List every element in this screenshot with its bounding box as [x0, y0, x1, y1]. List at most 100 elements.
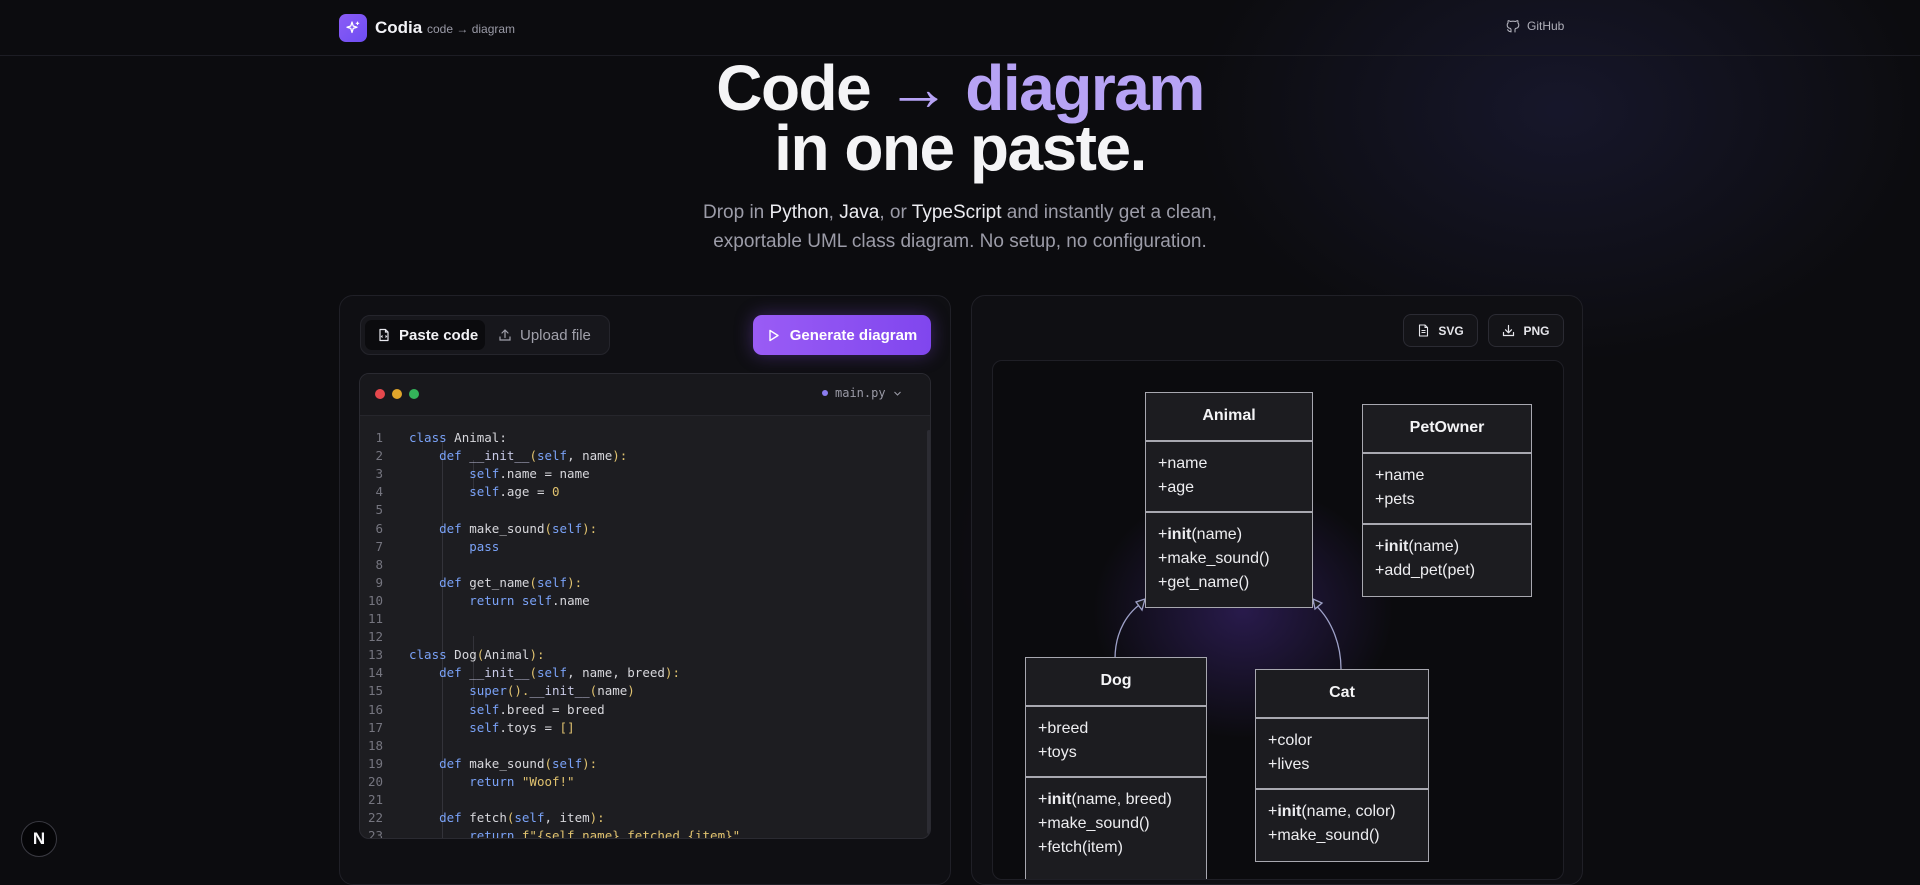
sub-text: and instantly get a clean,: [1001, 202, 1218, 223]
export-png-button[interactable]: PNG: [1488, 314, 1564, 347]
code-line: 11: [360, 610, 920, 628]
code-text: super().__init__(name): [469, 683, 635, 698]
code-line: 10 return self.name: [360, 592, 920, 610]
uml-class-dog[interactable]: Dog +breed +toys +init(name, breed) +mak…: [1025, 657, 1207, 879]
line-number: 11: [367, 611, 383, 626]
line-number: 21: [367, 792, 383, 807]
code-line: 18: [360, 737, 920, 755]
line-number: 14: [367, 665, 383, 680]
upload-icon: [499, 329, 511, 341]
editor-titlebar: main.py: [360, 374, 930, 416]
line-number: 10: [367, 593, 383, 608]
line-number: 17: [367, 720, 383, 735]
dog-inherits-arrow: [1114, 600, 1146, 660]
line-number: 22: [367, 810, 383, 825]
method-prefix: +: [1375, 538, 1385, 555]
tab-upload-file[interactable]: Upload file: [494, 320, 604, 350]
uml-class-cat[interactable]: Cat +color +lives +init(name, color) +ma…: [1255, 669, 1429, 862]
code-line: 5: [360, 501, 920, 519]
method-args: (name): [1191, 526, 1243, 543]
chevron-down-icon: [893, 391, 901, 396]
uml-class-name: PetOwner: [1409, 419, 1485, 436]
uml-method: +init(name): [1158, 523, 1242, 547]
line-number: 1: [375, 430, 383, 445]
line-number: 5: [375, 502, 383, 517]
dog-inherit-arrowhead: [1134, 597, 1146, 612]
line-number: 9: [375, 575, 383, 590]
code-line: 19 def make_sound(self):: [360, 755, 920, 773]
uml-attribute: +lives: [1268, 756, 1310, 773]
logo-sparkle-icon[interactable]: [339, 14, 367, 42]
sub-lang-java: Java: [839, 202, 880, 223]
generate-diagram-button[interactable]: Generate diagram: [753, 315, 931, 355]
uml-class-petowner[interactable]: PetOwner +name +pets +init(name) +add_pe…: [1362, 404, 1532, 597]
code-line: 21: [360, 791, 920, 809]
code-line: 8: [360, 556, 920, 574]
export-svg-button[interactable]: SVG: [1403, 314, 1478, 347]
method-name: init: [1277, 803, 1302, 820]
code-text: return "Woof!": [469, 774, 575, 789]
generate-label: Generate diagram: [789, 326, 918, 344]
code-text: def __init__(self, name, breed):: [439, 665, 680, 680]
method-name: init: [1047, 791, 1072, 808]
line-number: 7: [375, 539, 383, 554]
uml-method: +add_pet(pet): [1375, 562, 1476, 579]
code-text: return f"{self.name} fetched {item}": [469, 828, 741, 839]
brand-tagline: code → diagram: [427, 22, 516, 36]
file-selector[interactable]: main.py: [822, 386, 902, 400]
code-text: class Dog(Animal):: [409, 647, 545, 662]
uml-divider: [1026, 705, 1206, 707]
tab-upload-label: Upload file: [520, 326, 591, 344]
sub-text: Drop in: [702, 202, 770, 223]
method-prefix: +: [1158, 526, 1168, 543]
uml-attribute: +age: [1158, 479, 1195, 496]
line-number: 19: [367, 756, 383, 771]
sub-text: , or: [879, 202, 912, 223]
code-text: self.breed = breed: [469, 702, 605, 717]
editor-scrollbar[interactable]: [927, 430, 930, 834]
code-text: def fetch(self, item):: [439, 810, 605, 825]
tab-paste-label: Paste code: [399, 326, 479, 344]
uml-attribute: +toys: [1038, 744, 1077, 761]
method-prefix: +: [1268, 803, 1278, 820]
line-number: 3: [375, 466, 383, 481]
line-number: 18: [367, 738, 383, 753]
file-name: main.py: [835, 386, 886, 400]
code-line: 4 self.age = 0: [360, 483, 920, 501]
window-close-dot: [375, 389, 385, 399]
code-editor[interactable]: main.py 1 class Animal: 2 def __init__(sel…: [359, 373, 931, 839]
uml-attribute: +pets: [1375, 491, 1415, 508]
window-maximize-dot: [409, 389, 419, 399]
uml-divider: [1363, 452, 1531, 454]
diagram-canvas[interactable]: Animal +name +age +init(name) +make_soun…: [992, 360, 1564, 880]
uml-divider: [1363, 523, 1531, 525]
code-line: 3 self.name = name: [360, 465, 920, 483]
github-link[interactable]: GitHub: [1506, 19, 1564, 33]
uml-method: +init(name): [1375, 535, 1459, 559]
code-text: def make_sound(self):: [439, 521, 598, 536]
code-line: 9 def get_name(self):: [360, 574, 920, 592]
paste-file-icon: [379, 328, 389, 342]
uml-divider: [1146, 511, 1312, 513]
line-number: 8: [375, 557, 383, 572]
method-name: init: [1167, 526, 1192, 543]
sub-text: ,: [828, 202, 840, 223]
github-label: GitHub: [1527, 19, 1565, 33]
uml-class-animal[interactable]: Animal +name +age +init(name) +make_soun…: [1145, 392, 1313, 608]
code-text: def __init__(self, name):: [439, 448, 628, 463]
uml-class-name: Cat: [1329, 684, 1355, 701]
code-line: 12: [360, 628, 920, 646]
uml-divider: [1026, 776, 1206, 778]
brand-name[interactable]: Codia: [375, 18, 422, 38]
tab-paste-code[interactable]: Paste code: [365, 320, 485, 350]
cat-inherit-arrowhead: [1312, 597, 1324, 611]
uml-attribute: +breed: [1038, 720, 1089, 737]
code-line: 23 return f"{self.name} fetched {item}": [360, 827, 920, 839]
line-number: 13: [367, 647, 383, 662]
code-line: 22 def fetch(self, item):: [360, 809, 920, 827]
code-text: self.name = name: [469, 466, 590, 481]
devtools-badge-button[interactable]: N: [21, 821, 57, 857]
method-args: (name, color): [1301, 803, 1396, 820]
download-icon: [1503, 324, 1515, 337]
code-text: def make_sound(self):: [439, 756, 598, 771]
